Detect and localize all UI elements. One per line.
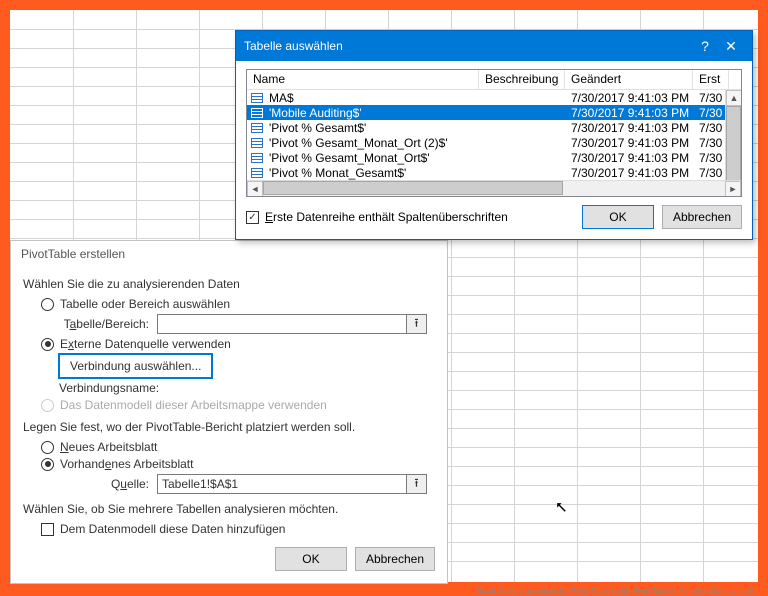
row-name: 'Mobile Auditing$' [263, 106, 479, 120]
row-created: 7/30 [693, 166, 729, 180]
table-row[interactable]: 'Pivot % Gesamt_Monat_Ort$' 7/30/2017 9:4… [247, 150, 741, 165]
checkbox-icon [246, 211, 259, 224]
opt-table-or-range[interactable]: Tabelle oder Bereich auswählen [41, 297, 435, 311]
select-table-dialog: Tabelle auswählen ? ✕ Name Beschreibung … [235, 30, 753, 240]
location-input[interactable]: Tabelle1!$A$1 [157, 474, 407, 494]
row-name: 'Pivot % Gesamt_Monat_Ort$' [263, 151, 479, 165]
col-description[interactable]: Beschreibung [479, 70, 565, 89]
analyze-data-label: Wählen Sie die zu analysierenden Daten [23, 277, 435, 291]
table-icon [251, 123, 263, 133]
scroll-left-icon[interactable]: ◄ [247, 181, 263, 197]
pivot-dialog-title: PivotTable erstellen [11, 241, 447, 267]
table-icon [251, 93, 263, 103]
select-cancel-button[interactable]: Abbrechen [662, 205, 742, 229]
col-name[interactable]: Name [247, 70, 479, 89]
row-modified: 7/30/2017 9:41:03 PM [565, 166, 693, 180]
radio-icon [41, 338, 54, 351]
scroll-up-icon[interactable]: ▲ [726, 90, 742, 106]
select-ok-button[interactable]: OK [582, 205, 654, 229]
table-icon [251, 138, 263, 148]
table-icon [251, 108, 263, 118]
choose-connection-button[interactable]: Verbindung auswählen... [59, 354, 212, 378]
lbl-quelle: Quelle: [59, 477, 157, 491]
table-row[interactable]: 'Pivot % Monat_Gesamt$' 7/30/2017 9:41:03… [247, 165, 741, 180]
range-picker-icon[interactable]: ⭱ [407, 314, 427, 334]
chk-add-to-datamodel[interactable]: Dem Datenmodell diese Daten hinzufügen [41, 522, 435, 536]
row-modified: 7/30/2017 9:41:03 PM [565, 106, 693, 120]
range-picker-icon[interactable]: ⭱ [407, 474, 427, 494]
select-dialog-titlebar[interactable]: Tabelle auswählen ? ✕ [236, 31, 752, 61]
chk-datamodel-label: Dem Datenmodell diese Daten hinzufügen [60, 522, 285, 536]
row-created: 7/30 [693, 136, 729, 150]
cursor-icon: ⭦ [556, 500, 566, 518]
opt-table-label: Tabelle oder Bereich auswählen [60, 297, 230, 311]
scroll-right-icon[interactable]: ► [725, 181, 741, 197]
opt-workbook-datamodel: Das Datenmodell dieser Arbeitsmappe verw… [41, 398, 435, 412]
opt-new-label: Neues Arbeitsblatt [60, 440, 157, 454]
row-name: 'Pivot % Gesamt_Monat_Ort (2)$' [263, 136, 479, 150]
table-list: Name Beschreibung Geändert Erst MA$ 7/30/… [246, 69, 742, 197]
vertical-scrollbar[interactable]: ▲ ▼ [725, 90, 741, 180]
lbl-table-range: Tabelle/Bereich: [59, 317, 157, 331]
opt-external-source[interactable]: Externe Datenquelle verwenden [41, 337, 435, 351]
table-range-input[interactable] [157, 314, 407, 334]
col-modified[interactable]: Geändert [565, 70, 693, 89]
row-created: 7/30 [693, 121, 729, 135]
close-icon[interactable]: ✕ [718, 38, 744, 55]
table-icon [251, 153, 263, 163]
chk-first-row-label: Erste Datenreihe enthält Spaltenüberschr… [265, 210, 508, 224]
opt-existing-label: Vorhandenes Arbeitsblatt [60, 457, 193, 471]
row-created: 7/30 [693, 91, 729, 105]
checkbox-icon [41, 523, 54, 536]
row-name: MA$ [263, 91, 479, 105]
table-row[interactable]: MA$ 7/30/2017 9:41:03 PM7/30 [247, 90, 741, 105]
connection-name-label: Verbindungsname: [59, 381, 435, 395]
row-modified: 7/30/2017 9:41:03 PM [565, 91, 693, 105]
pivot-cancel-button[interactable]: Abbrechen [355, 547, 435, 571]
help-icon[interactable]: ? [692, 38, 718, 54]
row-name: 'Pivot % Gesamt$' [263, 121, 479, 135]
opt-new-sheet[interactable]: Neues Arbeitsblatt [41, 440, 435, 454]
row-created: 7/30 [693, 106, 729, 120]
multiple-tables-header: Wählen Sie, ob Sie mehrere Tabellen anal… [23, 502, 435, 516]
radio-icon [41, 441, 54, 454]
col-created[interactable]: Erst [693, 70, 729, 89]
table-row[interactable]: 'Pivot % Gesamt_Monat_Ort (2)$' 7/30/2017… [247, 135, 741, 150]
select-dialog-title: Tabelle auswählen [244, 39, 343, 53]
vscroll-thumb[interactable] [726, 106, 741, 186]
pivot-ok-button[interactable]: OK [275, 547, 347, 571]
row-modified: 7/30/2017 9:41:03 PM [565, 121, 693, 135]
placement-header: Legen Sie fest, wo der PivotTable-Berich… [23, 420, 435, 434]
table-list-header[interactable]: Name Beschreibung Geändert Erst [247, 70, 741, 90]
radio-icon [41, 458, 54, 471]
pivot-create-dialog: PivotTable erstellen Wählen Sie die zu a… [10, 240, 448, 584]
hscroll-thumb[interactable] [263, 181, 563, 195]
opt-datamodel-label: Das Datenmodell dieser Arbeitsmappe verw… [60, 398, 327, 412]
horizontal-scrollbar[interactable]: ◄ ► [247, 180, 741, 196]
radio-icon [41, 399, 54, 412]
row-modified: 7/30/2017 9:41:03 PM [565, 136, 693, 150]
table-icon [251, 168, 263, 178]
row-name: 'Pivot % Monat_Gesamt$' [263, 166, 479, 180]
opt-existing-sheet[interactable]: Vorhandenes Arbeitsblatt [41, 457, 435, 471]
table-row[interactable]: 'Mobile Auditing$' 7/30/2017 9:41:03 PM7/… [247, 105, 741, 120]
image-caption: Excel: Spezialtechniken für Pivot-Tabell… [477, 588, 754, 595]
table-row[interactable]: 'Pivot % Gesamt$' 7/30/2017 9:41:03 PM7/3… [247, 120, 741, 135]
row-created: 7/30 [693, 151, 729, 165]
row-modified: 7/30/2017 9:41:03 PM [565, 151, 693, 165]
opt-external-label: Externe Datenquelle verwenden [60, 337, 231, 351]
radio-icon [41, 298, 54, 311]
chk-first-row-headers[interactable]: Erste Datenreihe enthält Spaltenüberschr… [246, 210, 508, 224]
